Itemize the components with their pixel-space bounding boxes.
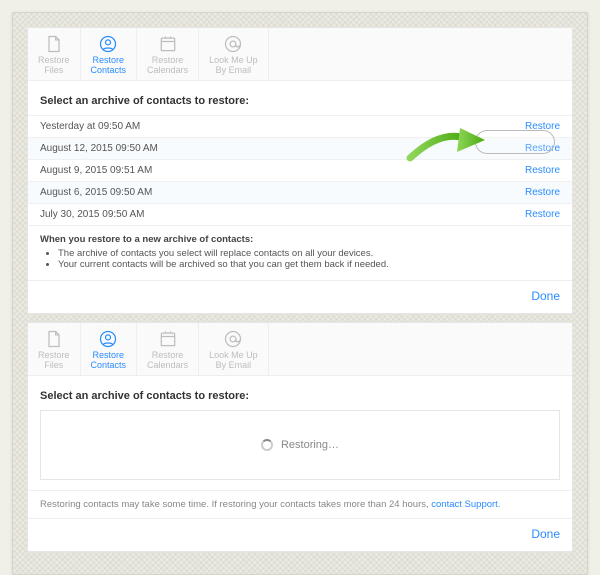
done-button[interactable]: Done [531, 527, 560, 541]
info-bullet: Your current contacts will be archived s… [58, 259, 560, 270]
restore-calendars-tab[interactable]: RestoreCalendars [137, 323, 199, 375]
restore-contacts-tab[interactable]: RestoreContacts [81, 323, 138, 375]
calendar-icon [158, 329, 178, 349]
restoring-panel: RestoreFiles RestoreContacts RestoreCale… [27, 322, 573, 552]
look-me-up-tab[interactable]: Look Me UpBy Email [199, 323, 269, 375]
archive-date: August 6, 2015 09:50 AM [40, 187, 152, 198]
done-button[interactable]: Done [531, 289, 560, 303]
toolbar-label: RestoreFiles [38, 55, 70, 75]
restoring-status-text: Restoring… [281, 439, 339, 451]
panel-footer: Done [28, 280, 572, 313]
restore-calendars-tab[interactable]: RestoreCalendars [137, 28, 199, 80]
archive-date: Yesterday at 09:50 AM [40, 121, 140, 132]
restoring-status-box: Restoring… [40, 410, 560, 480]
archive-row[interactable]: August 6, 2015 09:50 AM Restore [28, 181, 572, 203]
toolbar-label: RestoreContacts [91, 350, 127, 370]
archive-row[interactable]: August 9, 2015 09:51 AM Restore [28, 159, 572, 181]
restore-files-tab[interactable]: RestoreFiles [28, 28, 81, 80]
restore-link[interactable]: Restore [525, 165, 560, 176]
toolbar-label: Look Me UpBy Email [209, 350, 258, 370]
toolbar: RestoreFiles RestoreContacts RestoreCale… [28, 323, 572, 376]
toolbar-label: Look Me UpBy Email [209, 55, 258, 75]
spinner-icon [261, 439, 273, 451]
archive-date: August 9, 2015 09:51 AM [40, 165, 152, 176]
file-icon [44, 329, 64, 349]
info-block: When you restore to a new archive of con… [28, 225, 572, 280]
restore-link[interactable]: Restore [525, 121, 560, 132]
toolbar-label: RestoreCalendars [147, 55, 188, 75]
archive-row[interactable]: July 30, 2015 09:50 AM Restore [28, 203, 572, 225]
info-bullet: The archive of contacts you select will … [58, 248, 560, 259]
panel-footer: Done [28, 518, 572, 551]
restore-contacts-tab[interactable]: RestoreContacts [81, 28, 138, 80]
at-icon [223, 329, 243, 349]
contact-icon [98, 34, 118, 54]
toolbar: RestoreFiles RestoreContacts RestoreCale… [28, 28, 572, 81]
note-text: Restoring contacts may take some time. I… [40, 499, 431, 510]
archive-date: July 30, 2015 09:50 AM [40, 209, 145, 220]
contact-icon [98, 329, 118, 349]
restore-select-panel: RestoreFiles RestoreContacts RestoreCale… [27, 27, 573, 314]
archive-row[interactable]: August 12, 2015 09:50 AM Restore [28, 137, 572, 159]
toolbar-label: RestoreContacts [91, 55, 127, 75]
look-me-up-tab[interactable]: Look Me UpBy Email [199, 28, 269, 80]
calendar-icon [158, 34, 178, 54]
archive-row[interactable]: Yesterday at 09:50 AM Restore [28, 115, 572, 137]
archive-list: Yesterday at 09:50 AM Restore August 12,… [28, 115, 572, 225]
archive-date: August 12, 2015 09:50 AM [40, 143, 158, 154]
restore-link[interactable]: Restore [525, 209, 560, 220]
toolbar-label: RestoreCalendars [147, 350, 188, 370]
toolbar-label: RestoreFiles [38, 350, 70, 370]
restore-link[interactable]: Restore [525, 187, 560, 198]
at-icon [223, 34, 243, 54]
restore-files-tab[interactable]: RestoreFiles [28, 323, 81, 375]
section-title: Select an archive of contacts to restore… [28, 81, 572, 115]
restore-note: Restoring contacts may take some time. I… [28, 490, 572, 518]
contact-support-link[interactable]: contact Support [431, 499, 498, 510]
restore-link[interactable]: Restore [525, 143, 560, 154]
file-icon [44, 34, 64, 54]
note-suffix: . [498, 499, 501, 510]
info-heading: When you restore to a new archive of con… [40, 234, 560, 245]
section-title: Select an archive of contacts to restore… [28, 376, 572, 410]
